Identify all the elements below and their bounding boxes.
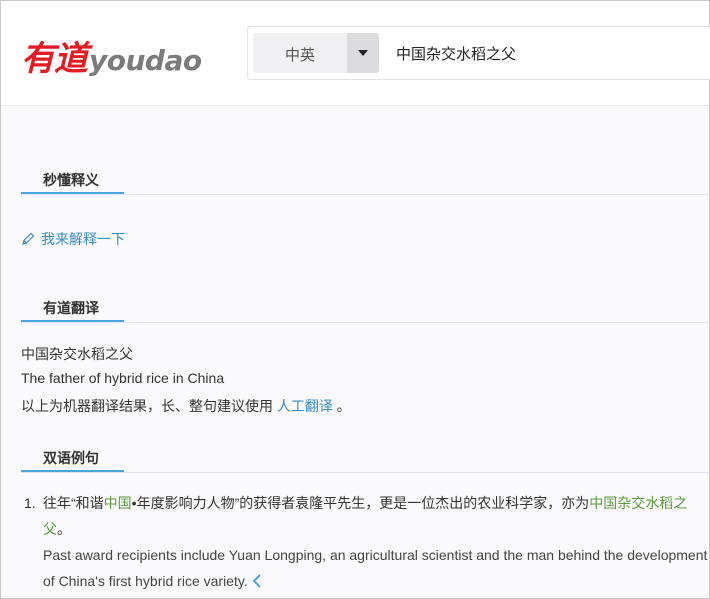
- language-select[interactable]: 中英: [253, 33, 379, 73]
- language-dropdown-button[interactable]: [347, 33, 379, 73]
- translation-note: 以上为机器翻译结果，长、整句建议使用 人工翻译 。: [21, 396, 351, 416]
- example-cn-part: •年度影响力人物”的获得者袁隆平先生，更是一位杰出的农业科学家，亦为: [131, 495, 590, 511]
- search-box: 中英: [247, 26, 710, 80]
- example-cn-part: 往年“和谐: [43, 495, 104, 511]
- section-quick-header: 秒懂释义: [21, 172, 710, 195]
- pencil-icon: [22, 232, 35, 245]
- manual-translation-link[interactable]: 人工翻译: [277, 398, 333, 414]
- translation-source: 中国杂交水稻之父: [21, 346, 133, 362]
- speaker-icon[interactable]: [252, 574, 262, 588]
- explain-link-label: 我来解释一下: [41, 231, 125, 247]
- header-bar: 有道 youdao 中英: [1, 1, 710, 106]
- caret-down-icon: [358, 50, 368, 56]
- translation-note-prefix: 以上为机器翻译结果，长、整句建议使用: [21, 398, 273, 414]
- example-english: Past award recipients include Yuan Longp…: [43, 542, 710, 594]
- translation-note-suffix: 。: [336, 398, 351, 414]
- example-number: 1.: [24, 495, 36, 511]
- language-select-label: 中英: [285, 47, 316, 64]
- section-translation-title[interactable]: 有道翻译: [21, 300, 124, 322]
- section-translation-header: 有道翻译: [21, 300, 710, 323]
- example-body: 往年“和谐中国•年度影响力人物”的获得者袁隆平先生，更是一位杰出的农业科学家，亦…: [43, 490, 710, 594]
- search-input[interactable]: [396, 41, 696, 65]
- logo-cn-text: 有道: [21, 39, 88, 79]
- youdao-logo[interactable]: 有道 youdao: [21, 31, 202, 80]
- example-cn-part: 。: [57, 521, 71, 537]
- section-quick-title[interactable]: 秒懂释义: [21, 172, 124, 194]
- logo-en-text: youdao: [89, 44, 202, 77]
- explain-link[interactable]: 我来解释一下: [21, 229, 125, 249]
- example-en-text: Past award recipients include Yuan Longp…: [43, 547, 708, 589]
- example-cn-highlight: 中国: [103, 495, 132, 511]
- section-examples-title[interactable]: 双语例句: [21, 450, 124, 472]
- example-chinese: 往年“和谐中国•年度影响力人物”的获得者袁隆平先生，更是一位杰出的农业科学家，亦…: [43, 490, 710, 542]
- translation-result: The father of hybrid rice in China: [21, 370, 225, 386]
- section-examples-header: 双语例句: [21, 450, 710, 473]
